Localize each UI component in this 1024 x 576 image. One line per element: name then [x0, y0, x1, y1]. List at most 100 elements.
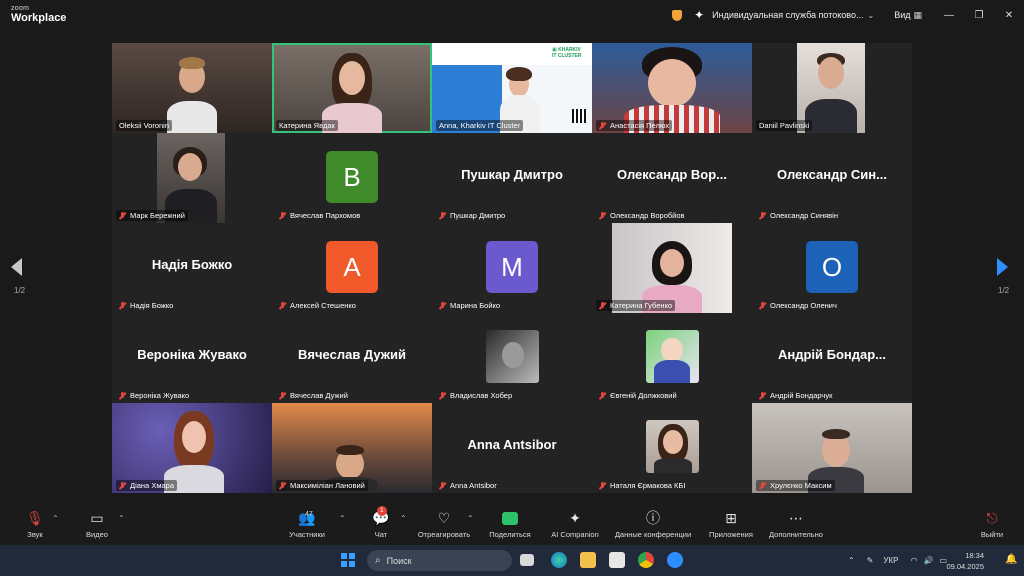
participant-tile[interactable]: Oleksii Voronin [112, 43, 272, 133]
participant-tile[interactable]: Владислав Хобер [432, 313, 592, 403]
participant-tile[interactable]: Наталя Єрмакова КБІ [592, 403, 752, 493]
participant-tile[interactable]: O Олександр Оленич [752, 223, 912, 313]
file-explorer-icon[interactable] [580, 552, 596, 568]
page-indicator-left: 1/2 [14, 286, 26, 295]
qr-code [572, 109, 586, 123]
participant-name: Олександр Воробйов [596, 210, 688, 221]
participant-photo [646, 330, 699, 383]
close-icon[interactable]: ✕ [994, 10, 1024, 21]
leave-button[interactable]: ⎋ Выйти [976, 509, 1008, 539]
grid-view-icon[interactable]: ▦ [913, 10, 922, 21]
participant-tile[interactable]: Хрулєнко Максим [752, 403, 912, 493]
participant-tile[interactable]: A Алексей Стешенко [272, 223, 432, 313]
participant-video [646, 420, 699, 473]
audio-options-caret-icon[interactable]: ⌃ [52, 514, 59, 523]
participant-tile[interactable]: M Марина Бойко [432, 223, 592, 313]
chat-options-caret-icon[interactable]: ⌃ [400, 514, 407, 523]
video-options-caret-icon[interactable]: ⌃ [118, 514, 125, 523]
muted-mic-icon [599, 211, 606, 220]
apps-icon: ⊞ [725, 510, 737, 526]
muted-mic-icon [599, 121, 606, 130]
apps-button[interactable]: ⊞ Приложения [703, 509, 759, 539]
share-button[interactable]: Поделиться [486, 509, 534, 539]
participant-tile[interactable]: Анастасія Пелюх [592, 43, 752, 133]
participant-tile[interactable]: Олександр Вор... Олександр Воробйов [592, 133, 752, 223]
notification-bell-icon[interactable]: 🔔 [1005, 554, 1017, 565]
clock[interactable]: 18:34 09.04.2025 [946, 550, 984, 572]
more-button[interactable]: ⋯ Дополнительно [764, 509, 828, 539]
muted-mic-icon [759, 481, 766, 490]
pen-icon[interactable]: ✎ [867, 556, 874, 565]
participant-name: Катерина Явдак [276, 120, 338, 131]
participant-tile[interactable]: Вероніка Жувако Вероніка Жувако [112, 313, 272, 403]
security-shield-icon[interactable] [672, 9, 683, 21]
chevron-up-icon[interactable]: ⌃ [848, 556, 855, 565]
zoom-taskbar-icon[interactable] [667, 552, 683, 568]
participant-name: Алексей Стешенко [276, 300, 359, 311]
participant-tile[interactable]: Діана Хмара [112, 403, 272, 493]
participant-tile[interactable]: B Вячеслав Пархомов [272, 133, 432, 223]
previous-page-button[interactable] [11, 258, 27, 278]
participant-tile-active-speaker[interactable]: Катерина Явдак [272, 43, 432, 133]
participant-display-name: Андрій Бондар... [777, 347, 887, 362]
participant-tile[interactable]: Олександр Син... Олександр Синявін [752, 133, 912, 223]
minimize-icon[interactable]: — [934, 10, 964, 21]
chrome-icon[interactable] [638, 552, 654, 568]
participant-tile[interactable]: Daniil Pavlinski [752, 43, 912, 133]
wifi-icon[interactable]: ◠ [910, 556, 917, 565]
muted-mic-icon [279, 481, 286, 490]
video-button[interactable]: ▭ Видео [80, 509, 114, 539]
react-button[interactable]: ♡ Отреагировать [414, 509, 474, 539]
chevron-down-icon[interactable]: ⌄ [867, 11, 874, 20]
participants-button[interactable]: 👥 47 Участники [283, 509, 331, 539]
participant-tile[interactable]: Вячеслав Дужий Вячеслав Дужий [272, 313, 432, 403]
participant-tile[interactable]: Пушкар Дмитро Пушкар Дмитро [432, 133, 592, 223]
meeting-title[interactable]: Индивидуальная служба потоково... [712, 10, 863, 20]
avatar: B [326, 151, 378, 203]
participant-name: Катерина Губенко [596, 300, 676, 311]
audio-button[interactable]: 🎙 Звук [20, 509, 50, 539]
muted-mic-icon [279, 301, 286, 310]
participant-tile[interactable]: Катерина Губенко [592, 223, 752, 313]
muted-mic-icon [599, 391, 606, 400]
volume-icon[interactable]: 🔊 [923, 556, 933, 565]
taskbar-search[interactable]: ⌕ Поиск [367, 550, 512, 571]
keyboard-language[interactable]: УКР [883, 556, 898, 565]
zoom-logo: zoom Workplace [11, 5, 67, 24]
restore-icon[interactable]: ❐ [964, 10, 994, 21]
store-icon[interactable] [609, 552, 625, 568]
arrow-left-icon [11, 258, 22, 276]
participant-name: Вероніка Жувако [116, 390, 192, 401]
react-options-caret-icon[interactable]: ⌃ [467, 514, 474, 523]
participant-tile[interactable]: Євгеній Должковий [592, 313, 752, 403]
participant-photo [486, 330, 539, 383]
windows-taskbar: ⌕ Поиск ⌃ ✎ УКР ◠ 🔊 ▭ 18:34 09.04.2025 🔔 [0, 545, 1024, 576]
muted-mic-icon [279, 391, 286, 400]
leave-icon: ⎋ [986, 510, 998, 526]
muted-mic-icon [439, 301, 446, 310]
muted-mic-icon [119, 301, 126, 310]
participant-tile-screen[interactable]: ▣ KHARKIV IT CLUSTER Anna, Kharkiv IT Cl… [432, 43, 592, 133]
muted-mic-icon [119, 391, 126, 400]
participant-tile[interactable]: Андрій Бондар... Андрій Бондарчук [752, 313, 912, 403]
participant-display-name: Олександр Син... [777, 167, 887, 182]
page-indicator-right: 1/2 [998, 286, 1010, 295]
participant-name: Anna, Kharkiv IT Cluster [436, 120, 524, 131]
edge-icon[interactable] [551, 552, 567, 568]
next-page-button[interactable] [997, 258, 1013, 278]
participants-options-caret-icon[interactable]: ⌃ [339, 514, 346, 523]
participant-tile[interactable]: Надія Божко Надія Божко [112, 223, 272, 313]
meeting-info-button[interactable]: ⓘ Данные конференции [610, 509, 696, 539]
participant-tile[interactable]: Марк Бережний [112, 133, 272, 223]
participant-tile[interactable]: Максиміліан Лановий [272, 403, 432, 493]
sparkle-icon[interactable]: ✦ [694, 8, 704, 22]
avatar: A [326, 241, 378, 293]
chat-button[interactable]: 💬 1 Чат [368, 506, 394, 539]
view-button[interactable]: Вид [894, 10, 910, 20]
participant-name: Марк Бережний [116, 210, 188, 221]
windows-start-icon[interactable] [341, 553, 355, 567]
muted-mic-icon [119, 481, 126, 490]
task-view-icon[interactable] [520, 554, 534, 566]
ai-companion-button[interactable]: ✦ AI Companion [546, 509, 604, 539]
participant-tile[interactable]: Anna Antsibor Anna Antsibor [432, 403, 592, 493]
